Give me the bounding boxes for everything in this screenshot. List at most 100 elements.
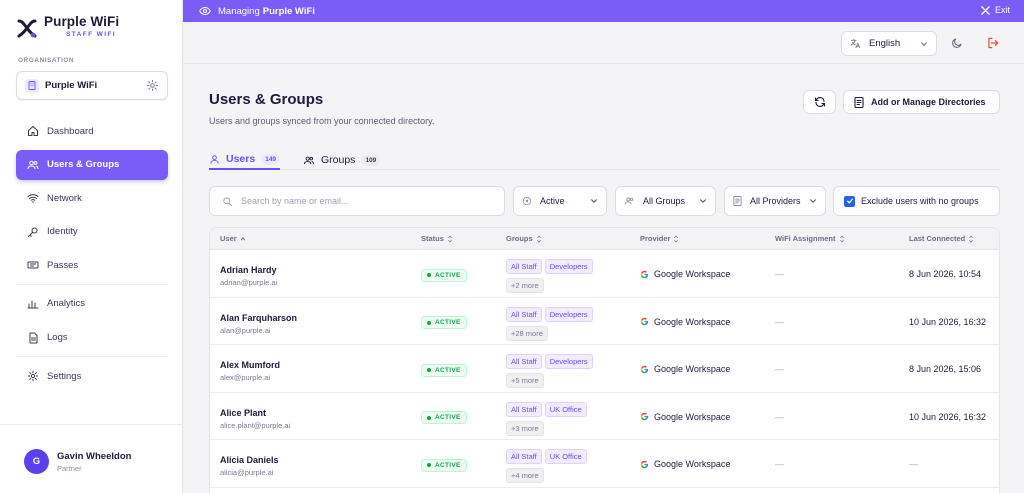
tab-users[interactable]: Users 149 (209, 150, 281, 170)
group-chip[interactable]: Developers (544, 354, 593, 369)
status-badge: ACTIVE (421, 363, 467, 377)
groups-filter[interactable]: All Groups (615, 186, 716, 216)
more-groups-chip[interactable]: +2 more (506, 278, 544, 293)
language-selector[interactable]: English (841, 31, 937, 56)
last-connected-cell: 8 Jun 2026, 15:06 (909, 364, 982, 374)
organisation-label: ORGANISATION (18, 57, 75, 64)
provider-cell: Google Workspace (640, 269, 730, 279)
ticket-icon (27, 259, 39, 271)
groups-cell: All Staff UK Office +4 more (506, 449, 590, 483)
wifi-assignment-cell: — (775, 459, 784, 469)
provider-cell: Google Workspace (640, 412, 730, 422)
refresh-button[interactable] (803, 90, 836, 114)
directory-icon (854, 96, 871, 108)
user-cell: Alicia Daniels alicia@purple.ai (220, 455, 279, 477)
table-row[interactable]: Adrian Hardy adrian@purple.ai ACTIVE All… (210, 250, 999, 298)
status-cell: ACTIVE (421, 316, 467, 329)
user-cell: Alex Mumford alex@purple.ai (220, 360, 280, 382)
group-chip[interactable]: Developers (544, 306, 593, 322)
group-chip[interactable]: UK Office (544, 449, 587, 464)
document-icon (27, 332, 39, 344)
column-header-last-connected[interactable]: Last Connected (909, 234, 974, 243)
user-cell: Adrian Hardy adrian@purple.ai (220, 265, 277, 287)
sidebar-item-dashboard[interactable]: Dashboard (16, 116, 168, 146)
avatar: G (24, 449, 49, 474)
group-chip[interactable]: All Staff (506, 354, 542, 369)
key-icon (27, 226, 39, 238)
translate-icon (850, 38, 861, 49)
user-name: Alice Plant (220, 407, 267, 418)
sidebar-item-logs[interactable]: Logs (16, 323, 168, 353)
group-chip[interactable]: All Staff (506, 306, 542, 322)
column-header-user[interactable]: User (220, 234, 246, 243)
more-groups-chip[interactable]: +28 more (506, 325, 548, 341)
chart-icon (27, 298, 39, 310)
exclude-no-groups-toggle[interactable]: Exclude users with no groups (833, 186, 1000, 216)
moon-icon[interactable] (951, 37, 963, 49)
refresh-icon (814, 96, 826, 108)
search-box[interactable] (209, 186, 505, 216)
group-chip[interactable]: UK Office (544, 401, 587, 417)
gear-icon[interactable] (146, 79, 159, 92)
exclude-label: Exclude users with no groups (861, 196, 979, 206)
column-header-status[interactable]: Status (421, 234, 453, 243)
managing-banner: Managing Purple WiFi Exit (183, 0, 1024, 22)
eye-icon (199, 5, 211, 17)
more-groups-chip[interactable]: +3 more (506, 420, 544, 436)
nav-divider (16, 283, 168, 285)
status-cell: ACTIVE (421, 363, 467, 377)
more-groups-chip[interactable]: +5 more (506, 373, 544, 388)
tab-count-badge: 109 (361, 154, 381, 166)
user-email: alex@purple.ai (220, 373, 271, 382)
groups-cell: All Staff Developers +5 more (506, 354, 596, 388)
google-icon (640, 365, 654, 374)
column-header-groups[interactable]: Groups (506, 234, 542, 243)
table-row[interactable]: Alicia Daniels alicia@purple.ai ACTIVE A… (210, 440, 999, 488)
provider-cell: Google Workspace (640, 459, 730, 469)
purple-logo-icon (16, 17, 38, 39)
checkbox-checked-icon[interactable] (844, 195, 855, 207)
sidebar-item-passes[interactable]: Passes (16, 250, 168, 280)
group-chip[interactable]: All Staff (506, 259, 542, 274)
top-bar: English (183, 22, 1024, 64)
user-email: adrian@purple.ai (220, 278, 278, 287)
manage-button-label: Add or Manage Directories (871, 97, 986, 107)
user-profile[interactable]: G Gavin Wheeldon Partner (0, 424, 183, 493)
google-icon (640, 317, 654, 326)
wifi-icon (27, 192, 39, 204)
providers-filter[interactable]: All Providers (724, 186, 826, 216)
sidebar-item-users-groups[interactable]: Users & Groups (16, 149, 168, 180)
group-chip[interactable]: All Staff (506, 401, 542, 417)
exit-button[interactable]: Exit (981, 5, 1010, 15)
group-chip[interactable]: All Staff (506, 449, 542, 464)
status-badge: ACTIVE (421, 411, 467, 424)
logout-icon[interactable] (986, 36, 1000, 50)
table-row[interactable]: Alan Farquharson alan@purple.ai ACTIVE A… (210, 298, 999, 345)
group-chip[interactable]: Developers (544, 259, 593, 274)
add-manage-directories-button[interactable]: Add or Manage Directories (843, 90, 1000, 114)
status-circle-icon (522, 196, 532, 206)
sidebar-item-network[interactable]: Network (16, 183, 168, 213)
tab-groups[interactable]: Groups 109 (303, 150, 381, 170)
search-input[interactable] (241, 196, 491, 206)
status-filter[interactable]: Active (513, 186, 607, 216)
table-row[interactable]: Alice Plant alice.plant@purple.ai ACTIVE… (210, 393, 999, 440)
groups-cell: All Staff Developers +28 more (506, 306, 596, 341)
organisation-selector[interactable]: Purple WiFi (16, 71, 168, 100)
user-email: alice.plant@purple.ai (220, 420, 291, 430)
column-header-wifi-assignment[interactable]: WiFi Assignment (775, 234, 845, 243)
groups-cell: All Staff UK Office +3 more (506, 401, 590, 436)
sidebar: Purple WiFi STAFF WIFI ORGANISATION Purp… (0, 0, 183, 493)
table-row[interactable]: Alex Mumford alex@purple.ai ACTIVE All S… (210, 345, 999, 393)
brand[interactable]: Purple WiFi STAFF WIFI (16, 14, 119, 39)
sidebar-item-identity[interactable]: Identity (16, 217, 168, 247)
chevron-down-icon (809, 197, 817, 205)
sidebar-item-settings[interactable]: Settings (16, 361, 168, 391)
sidebar-item-label: Users & Groups (47, 159, 120, 171)
sidebar-item-analytics[interactable]: Analytics (16, 289, 168, 319)
user-name: Alan Farquharson (220, 312, 298, 323)
more-groups-chip[interactable]: +4 more (506, 468, 544, 483)
column-header-provider[interactable]: Provider (640, 234, 679, 243)
tab-bar: Users 149 Groups 109 (209, 146, 1000, 170)
status-cell: ACTIVE (421, 411, 467, 424)
